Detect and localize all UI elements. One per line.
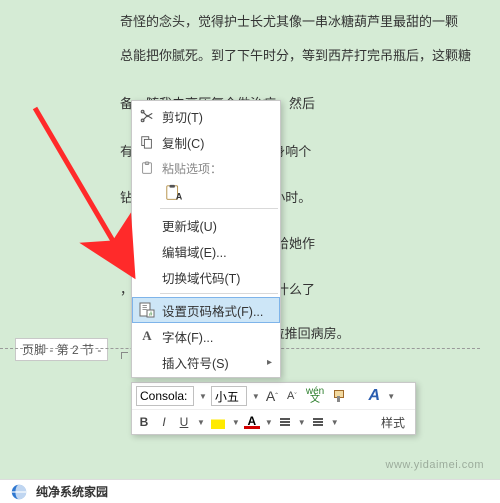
bullets-icon: [280, 418, 290, 426]
font-name-input[interactable]: [136, 386, 194, 406]
svg-text:A: A: [176, 191, 183, 201]
bold-button[interactable]: B: [136, 413, 152, 431]
copy-icon: [138, 133, 156, 151]
clipboard-icon: [138, 159, 156, 177]
menu-separator: [160, 208, 278, 209]
font-color-button[interactable]: A: [244, 415, 260, 429]
paragraph-line: 奇怪的念头，觉得护士长尤其像一串冰糖葫芦里最甜的一颗: [120, 6, 490, 39]
menu-label: 更新域(U): [162, 216, 272, 235]
submenu-chevron-icon: ▸: [267, 357, 272, 368]
footer-section-label: 页脚 - 第 2 节 -: [15, 338, 108, 361]
menu-label: 编辑域(E)...: [162, 242, 272, 261]
menu-label: 插入符号(S): [162, 353, 267, 372]
attribution-title: 纯净系统家园: [36, 483, 108, 500]
pinyin-guide-button[interactable]: wén文: [304, 387, 326, 405]
menu-label: 设置页码格式(F)...: [162, 301, 272, 320]
blank-icon: [138, 216, 156, 234]
chevron-down-icon[interactable]: ▼: [298, 418, 306, 427]
scissors-icon: [138, 107, 156, 125]
grow-font-button[interactable]: Aˆ: [264, 387, 280, 405]
watermark: www.yidaimei.com: [386, 459, 484, 471]
font-size-input[interactable]: [211, 386, 247, 406]
menu-label: 切换域代码(T): [162, 268, 272, 287]
numbering-icon: [313, 418, 323, 426]
menu-format-page-number[interactable]: ☰# 设置页码格式(F)...: [132, 297, 280, 323]
globe-logo-icon: [10, 483, 28, 501]
menu-separator: [160, 293, 278, 294]
format-painter-button[interactable]: [330, 387, 348, 405]
paste-options-row: A: [132, 181, 280, 205]
blank-icon: [138, 268, 156, 286]
chevron-down-icon[interactable]: ▼: [387, 392, 395, 401]
underline-button[interactable]: U: [176, 413, 192, 431]
page-number-format-icon: ☰#: [138, 301, 156, 319]
paste-keep-text-only[interactable]: A: [162, 182, 186, 204]
bullets-button[interactable]: [277, 413, 293, 431]
menu-label: 字体(F)...: [162, 327, 272, 346]
paragraph-line: 总能把你腻死。到了下午时分，等到西芹打完吊瓶后，这颗糖: [120, 40, 490, 73]
context-menu: 剪切(T) 复制(C) 粘贴选项： A 更新域(U) 编辑域(E)... 切换域…: [131, 100, 281, 378]
blank-icon: [138, 242, 156, 260]
menu-label: 剪切(T): [162, 107, 272, 126]
highlight-icon: [211, 415, 225, 429]
chevron-down-icon[interactable]: ▼: [197, 418, 205, 427]
menu-font[interactable]: A 字体(F)...: [132, 323, 280, 349]
menu-insert-symbol[interactable]: 插入符号(S) ▸: [132, 349, 280, 375]
styles-button[interactable]: 样式: [375, 413, 411, 431]
highlight-color-button[interactable]: [209, 413, 227, 431]
numbering-button[interactable]: [310, 413, 326, 431]
menu-toggle-field-codes[interactable]: 切换域代码(T): [132, 264, 280, 290]
toolbar-row-bottom: B I U ▼ ▼ A ▼ ▼ ▼ 样式: [132, 409, 415, 434]
menu-edit-field[interactable]: 编辑域(E)...: [132, 238, 280, 264]
font-a-icon: A: [138, 327, 156, 345]
menu-label: 复制(C): [162, 133, 272, 152]
menu-paste-options: 粘贴选项：: [132, 155, 280, 181]
menu-label: 粘贴选项：: [162, 160, 272, 177]
chevron-down-icon[interactable]: ▼: [331, 418, 339, 427]
chevron-down-icon[interactable]: ▼: [265, 418, 273, 427]
blank-icon: [138, 353, 156, 371]
mini-toolbar: ▼ ▼ Aˆ Aˇ wén文 A ▼ B I U ▼ ▼ A ▼ ▼ ▼ 样式: [131, 382, 416, 435]
attribution-bar: 纯净系统家园: [0, 479, 500, 503]
menu-cut[interactable]: 剪切(T): [132, 103, 280, 129]
menu-update-field[interactable]: 更新域(U): [132, 212, 280, 238]
toolbar-row-top: ▼ ▼ Aˆ Aˇ wén文 A ▼: [132, 383, 415, 409]
menu-copy[interactable]: 复制(C): [132, 129, 280, 155]
brush-icon: [332, 389, 346, 403]
italic-button[interactable]: I: [156, 413, 172, 431]
chevron-down-icon[interactable]: ▼: [252, 392, 260, 401]
shrink-font-button[interactable]: Aˇ: [284, 387, 300, 405]
chevron-down-icon[interactable]: ▼: [232, 418, 240, 427]
styles-icon[interactable]: A: [366, 387, 382, 405]
chevron-down-icon[interactable]: ▼: [199, 392, 207, 401]
